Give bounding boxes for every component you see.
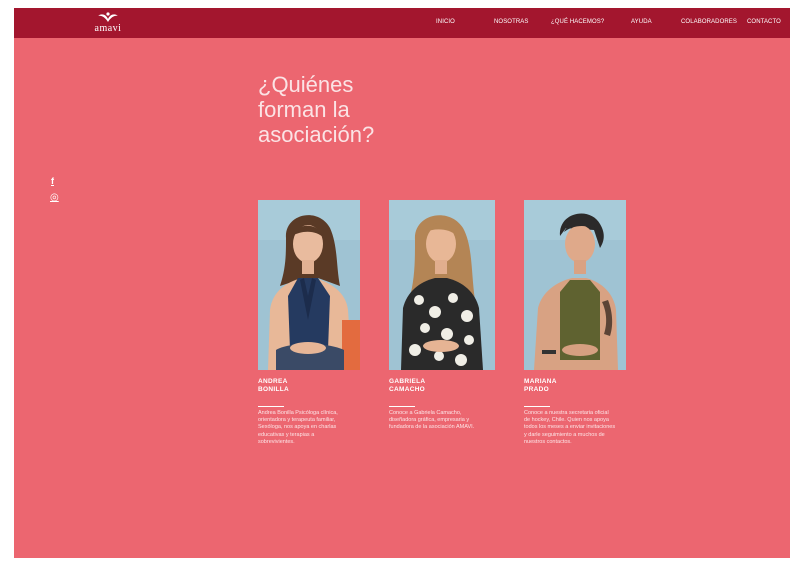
facebook-icon[interactable]: f	[51, 176, 54, 186]
page-title-line: ¿Quiénes	[258, 72, 354, 97]
member-name: MARIANA PRADO	[524, 378, 634, 394]
member-first-name: ANDREA	[258, 378, 288, 385]
member-first-name: MARIANA	[524, 378, 557, 385]
name-divider	[389, 406, 415, 407]
top-navigation-bar: amavi INICIO NOSOTRAS ¿QUÉ HACEMOS? AYUD…	[14, 8, 790, 38]
member-photo	[258, 200, 360, 370]
name-divider	[258, 406, 284, 407]
brand-logo-text: amavi	[94, 23, 122, 34]
member-last-name: PRADO	[524, 386, 549, 393]
brand-logo[interactable]: amavi	[90, 11, 126, 35]
nav-item-ayuda[interactable]: AYUDA	[631, 19, 652, 25]
member-name: GABRIELA CAMACHO	[389, 378, 499, 394]
page-title-line: forman la	[258, 97, 350, 122]
page-title: ¿Quiénes forman la asociación?	[258, 72, 374, 147]
page-title-line: asociación?	[258, 122, 375, 147]
member-name: ANDREA BONILLA	[258, 378, 368, 394]
member-last-name: CAMACHO	[389, 386, 426, 393]
member-bio: Conoce a nuestra secretaria oficial de h…	[524, 410, 616, 445]
nav-item-nosotras[interactable]: NOSOTRAS	[494, 19, 528, 25]
member-photo	[524, 200, 626, 370]
name-divider	[524, 406, 550, 407]
nav-item-inicio[interactable]: INICIO	[436, 19, 455, 25]
nav-item-que-hacemos[interactable]: ¿QUÉ HACEMOS?	[551, 19, 604, 25]
member-bio: Andrea Bonilla Psicóloga clínica, orient…	[258, 410, 338, 445]
member-first-name: GABRIELA	[389, 378, 426, 385]
nav-item-contacto[interactable]: CONTACTO	[747, 19, 781, 25]
page-frame: amavi INICIO NOSOTRAS ¿QUÉ HACEMOS? AYUD…	[14, 8, 790, 558]
member-last-name: BONILLA	[258, 386, 289, 393]
member-bio: Conoce a Gabriela Camacho, diseñadora gr…	[389, 410, 475, 431]
instagram-icon[interactable]: ◎	[50, 192, 59, 203]
member-photo	[389, 200, 495, 370]
logo-bird-icon	[98, 12, 118, 22]
nav-item-colaboradores[interactable]: COLABORADORES	[681, 19, 737, 25]
